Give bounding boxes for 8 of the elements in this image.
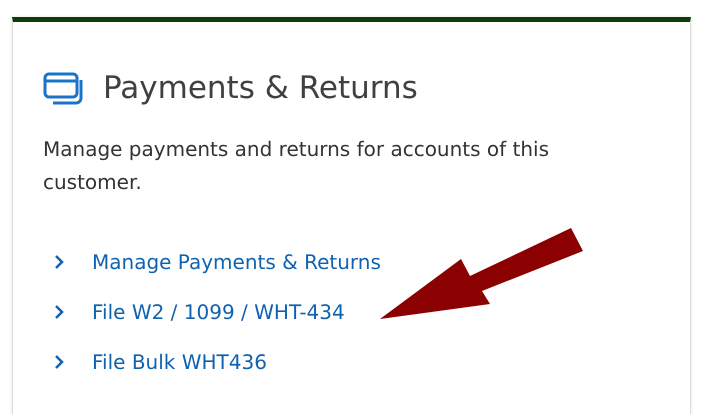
card-title: Payments & Returns	[103, 70, 418, 108]
card-description: Manage payments and returns for accounts of this customer.	[43, 136, 550, 196]
chevron-icon	[53, 304, 65, 320]
link[interactable]: File W2 / 1099 / WHT-434	[92, 299, 345, 326]
chevron-icon	[53, 354, 65, 370]
link[interactable]: Manage Payments & Returns	[92, 249, 381, 276]
chevron-icon	[53, 254, 65, 270]
link[interactable]: File Bulk WHT436	[92, 349, 267, 376]
